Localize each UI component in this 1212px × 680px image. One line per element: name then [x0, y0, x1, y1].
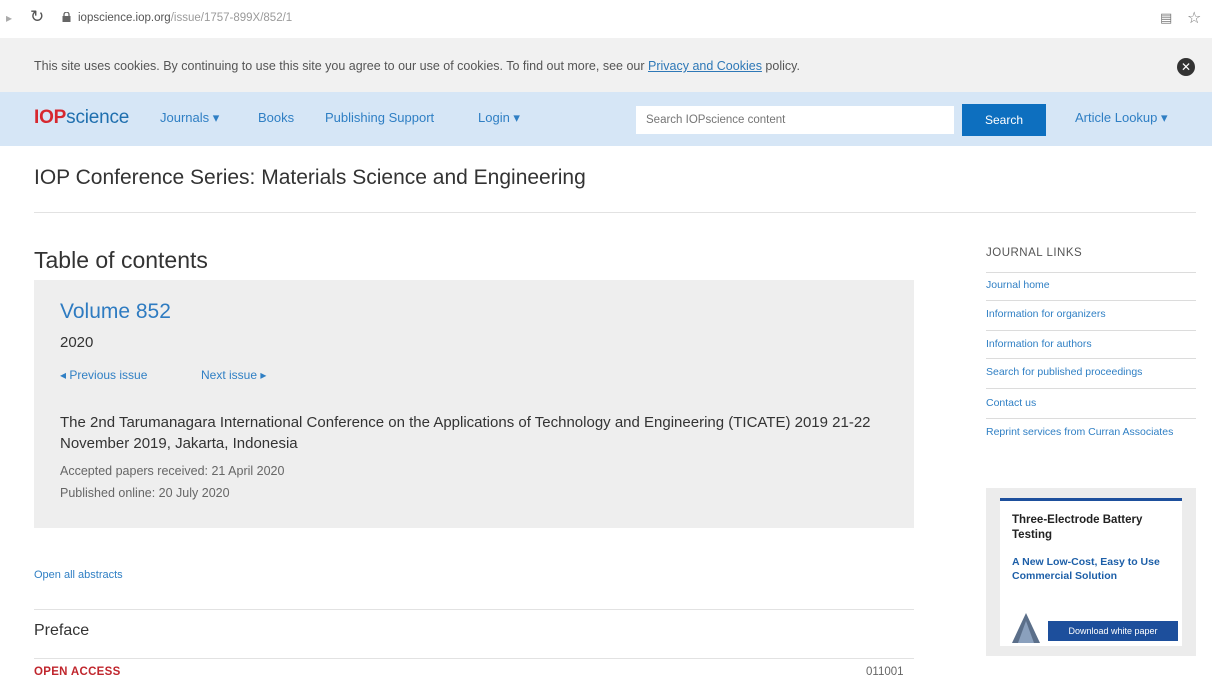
journal-links-heading: JOURNAL LINKS: [986, 247, 1083, 259]
close-icon[interactable]: ✕: [1177, 58, 1195, 76]
privacy-cookies-link[interactable]: Privacy and Cookies: [648, 59, 762, 73]
lock-icon: [62, 12, 71, 22]
volume-title: Volume 852: [60, 300, 171, 323]
sidebar-link-contact[interactable]: Contact us: [986, 396, 1196, 411]
url-field[interactable]: iopscience.iop.org/issue/1757-899X/852/1: [78, 12, 292, 24]
sidebar-link-organizers[interactable]: Information for organizers: [986, 307, 1196, 322]
ad-headline: Three-Electrode Battery Testing: [1012, 514, 1143, 541]
previous-issue-link[interactable]: ◂ Previous issue: [60, 368, 147, 382]
article-lookup-dropdown[interactable]: Article Lookup ▾: [1075, 110, 1168, 126]
cookie-text: This site uses cookies. By continuing to…: [34, 59, 648, 73]
open-all-abstracts-link[interactable]: Open all abstracts: [34, 569, 123, 581]
journal-title[interactable]: IOP Conference Series: Materials Science…: [34, 166, 586, 190]
open-access-badge: OPEN ACCESS: [34, 666, 121, 678]
forward-icon[interactable]: ▸: [6, 11, 12, 25]
conference-title: The 2nd Tarumanagara International Confe…: [60, 414, 871, 452]
translate-icon[interactable]: ▤: [1160, 10, 1172, 26]
accepted-date: Accepted papers received: 21 April 2020: [60, 464, 285, 478]
nav-journals[interactable]: Journals ▾: [160, 110, 219, 126]
nav-books[interactable]: Books: [258, 110, 294, 125]
nav-login[interactable]: Login ▾: [478, 110, 520, 126]
volume-year: 2020: [60, 334, 94, 351]
next-issue-link[interactable]: Next issue ▸: [201, 368, 266, 382]
url-host: iopscience.iop.org: [78, 12, 171, 24]
browser-address-bar: ▸ ↻ iopscience.iop.org/issue/1757-899X/8…: [0, 0, 1212, 39]
divider: [986, 272, 1196, 273]
reload-icon[interactable]: ↻: [30, 7, 44, 27]
ad-card[interactable]: Three-Electrode Battery Testing A New Lo…: [1000, 498, 1182, 646]
cookie-message: This site uses cookies. By continuing to…: [34, 59, 800, 73]
divider: [34, 658, 914, 659]
ad-subheadline: A New Low-Cost, Easy to Use Commercial S…: [1012, 556, 1160, 582]
divider: [986, 388, 1196, 389]
main-navbar: IOPscience Journals ▾ Books Publishing S…: [0, 92, 1212, 146]
section-heading-preface: Preface: [34, 622, 90, 639]
sidebar-link-authors[interactable]: Information for authors: [986, 337, 1196, 352]
volume-info-box: Volume 852 2020 ◂ Previous issue Next is…: [34, 280, 914, 528]
cookie-banner: This site uses cookies. By continuing to…: [0, 38, 1212, 92]
sidebar-link-journal-home[interactable]: Journal home: [986, 278, 1196, 293]
download-white-paper-button[interactable]: Download white paper: [1048, 621, 1178, 641]
logo-science: science: [66, 107, 130, 128]
divider: [986, 358, 1196, 359]
bookmark-star-icon[interactable]: ☆: [1187, 8, 1201, 28]
url-path: /issue/1757-899X/852/1: [170, 12, 293, 24]
logo-iop: IOP: [34, 107, 67, 128]
article-number: 011001: [866, 666, 904, 678]
cookie-text-end: policy.: [761, 59, 800, 73]
divider: [986, 300, 1196, 301]
search-input[interactable]: [636, 106, 954, 134]
iopscience-logo[interactable]: IOPscience: [34, 107, 129, 129]
search-button[interactable]: Search: [962, 104, 1046, 136]
divider: [986, 418, 1196, 419]
nav-publishing-support[interactable]: Publishing Support: [325, 110, 434, 125]
published-date: Published online: 20 July 2020: [60, 486, 230, 500]
toc-heading: Table of contents: [34, 247, 208, 273]
divider: [34, 609, 914, 610]
advertisement[interactable]: Three-Electrode Battery Testing A New Lo…: [986, 488, 1196, 656]
sidebar-link-search-proceedings[interactable]: Search for published proceedings: [986, 365, 1196, 380]
divider: [34, 212, 1196, 213]
sidebar-link-reprint-services[interactable]: Reprint services from Curran Associates: [986, 425, 1196, 440]
advertiser-logo-icon: [1012, 613, 1040, 643]
divider: [986, 330, 1196, 331]
